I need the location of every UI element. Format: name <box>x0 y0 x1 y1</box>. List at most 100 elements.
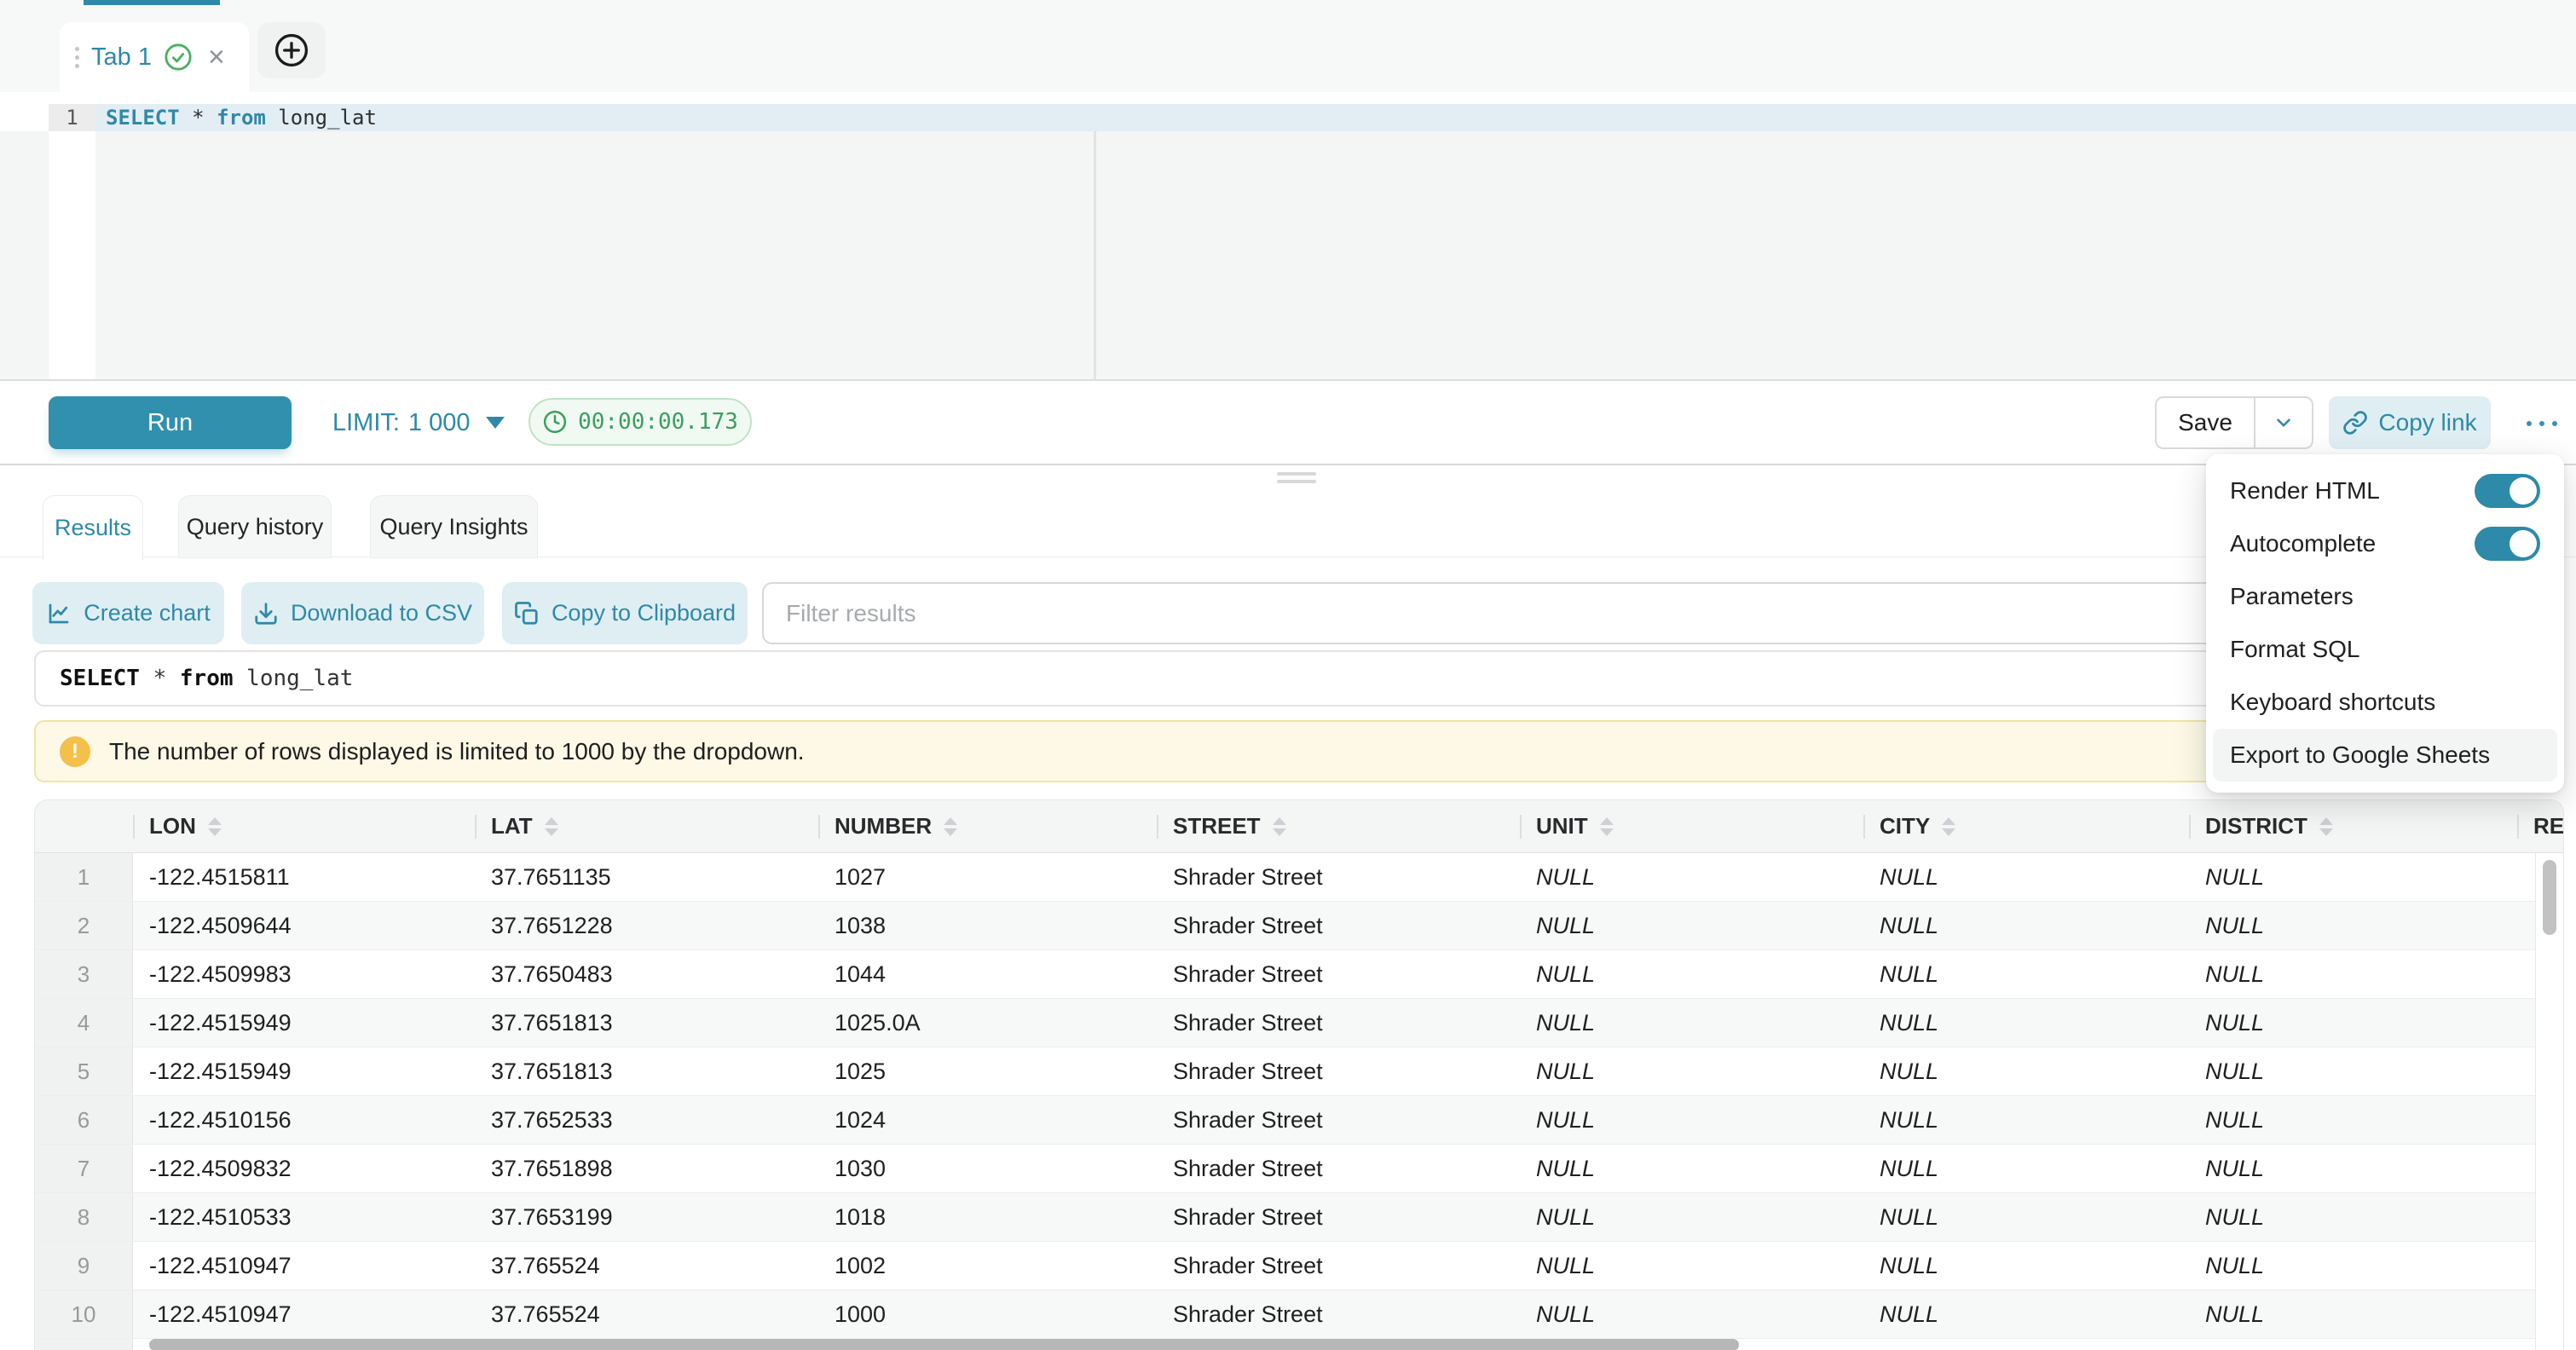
sort-icon[interactable] <box>2319 817 2333 836</box>
row-number: 6 <box>35 1096 133 1144</box>
menu-item-parameters[interactable]: Parameters <box>2213 570 2557 623</box>
table-cell: NULL <box>2189 1290 2517 1338</box>
save-button[interactable]: Save <box>2157 398 2255 447</box>
table-cell: -122.4509644 <box>133 902 475 949</box>
chart-icon <box>46 601 72 626</box>
menu-item-export-to-google-sheets[interactable]: Export to Google Sheets <box>2213 729 2557 782</box>
query-tab-1[interactable]: Tab 1 × <box>60 22 249 92</box>
column-header-re[interactable]: RE <box>2517 800 2563 852</box>
sort-icon[interactable] <box>944 817 957 836</box>
table-cell: NULL <box>1520 1193 1863 1241</box>
menu-item-keyboard-shortcuts[interactable]: Keyboard shortcuts <box>2213 676 2557 729</box>
table-cell: Shrader Street <box>1157 1242 1520 1289</box>
copy-clipboard-button[interactable]: Copy to Clipboard <box>502 582 748 644</box>
query-tab-label: Tab 1 <box>91 43 152 72</box>
more-options-button[interactable] <box>2516 415 2567 432</box>
tab-results[interactable]: Results <box>43 495 143 560</box>
vertical-scrollbar[interactable] <box>2535 853 2563 1350</box>
table-cell: Shrader Street <box>1157 1145 1520 1192</box>
table-cell: 37.765524 <box>475 1290 818 1338</box>
save-options-button[interactable] <box>2255 398 2312 447</box>
table-cell: 1030 <box>818 1145 1157 1192</box>
table-cell: 1018 <box>818 1193 1157 1241</box>
table-cell: NULL <box>1520 1242 1863 1289</box>
timer-value: 00:00:00.173 <box>578 409 738 435</box>
table-cell: 1024 <box>818 1096 1157 1144</box>
run-button[interactable]: Run <box>49 396 292 449</box>
panel-resize-handle[interactable] <box>1277 472 1316 486</box>
column-header-street[interactable]: STREET <box>1157 800 1520 852</box>
column-header-label: STREET <box>1173 813 1261 839</box>
table-cell: NULL <box>1520 1290 1863 1338</box>
table-row: 7-122.450983237.76518981030Shrader Stree… <box>35 1145 2535 1193</box>
column-header-label: LAT <box>491 813 533 839</box>
warning-icon: ! <box>60 736 90 767</box>
menu-item-autocomplete[interactable]: Autocomplete <box>2213 517 2557 570</box>
limit-dropdown[interactable]: LIMIT: 1 000 <box>332 396 505 449</box>
sort-icon[interactable] <box>208 817 222 836</box>
tab-query-history[interactable]: Query history <box>178 495 332 558</box>
column-header-lat[interactable]: LAT <box>475 800 818 852</box>
download-icon <box>253 601 279 626</box>
copy-link-button[interactable]: Copy link <box>2329 396 2491 449</box>
save-split-button: Save <box>2155 396 2313 449</box>
row-number: 10 <box>35 1290 133 1338</box>
menu-item-label: Export to Google Sheets <box>2230 741 2490 769</box>
menu-item-label: Keyboard shortcuts <box>2230 689 2435 716</box>
header-gutter <box>35 800 133 852</box>
link-icon <box>2342 410 2368 436</box>
query-timer-badge: 00:00:00.173 <box>528 398 752 446</box>
toggle-autocomplete[interactable] <box>2475 527 2540 561</box>
table-cell: Shrader Street <box>1157 1290 1520 1338</box>
sql-editor[interactable]: 1 SELECT * from long_lat <box>0 92 2576 381</box>
table-cell: NULL <box>1520 1145 1863 1192</box>
row-number: 5 <box>35 1047 133 1095</box>
menu-item-label: Autocomplete <box>2230 530 2376 557</box>
download-csv-button[interactable]: Download to CSV <box>241 582 484 644</box>
close-tab-icon[interactable]: × <box>208 43 225 72</box>
toggle-render-html[interactable] <box>2475 474 2540 508</box>
table-cell: -122.4510156 <box>133 1096 475 1144</box>
create-chart-label: Create chart <box>84 600 211 626</box>
sort-icon[interactable] <box>545 817 558 836</box>
plus-circle-icon <box>273 32 310 69</box>
table-row: 3-122.450998337.76504831044Shrader Stree… <box>35 950 2535 999</box>
table-cell: NULL <box>1863 999 2189 1047</box>
banner-text: The number of rows displayed is limited … <box>109 738 805 765</box>
menu-item-render-html[interactable]: Render HTML <box>2213 464 2557 517</box>
sql-keyword: from <box>217 106 266 130</box>
table-cell: NULL <box>1863 1193 2189 1241</box>
table-cell: 1038 <box>818 902 1157 949</box>
column-header-district[interactable]: DISTRICT <box>2189 800 2517 852</box>
table-cell: 1044 <box>818 950 1157 998</box>
sort-icon[interactable] <box>1273 817 1286 836</box>
limit-label: LIMIT: <box>332 409 400 437</box>
sort-icon[interactable] <box>1942 817 1955 836</box>
table-body: 1-122.451581137.76511351027Shrader Stree… <box>35 853 2535 1350</box>
editor-code-line[interactable]: SELECT * from long_lat <box>106 104 377 131</box>
column-header-number[interactable]: NUMBER <box>818 800 1157 852</box>
horizontal-scrollbar-thumb[interactable] <box>149 1339 1739 1350</box>
column-header-unit[interactable]: UNIT <box>1520 800 1863 852</box>
tab-query-insights[interactable]: Query Insights <box>370 495 538 558</box>
add-tab-button[interactable] <box>257 22 326 78</box>
table-cell: -122.4510947 <box>133 1290 475 1338</box>
sort-icon[interactable] <box>1600 817 1614 836</box>
vertical-scrollbar-thumb[interactable] <box>2543 860 2556 935</box>
table-cell: Shrader Street <box>1157 1193 1520 1241</box>
table-cell: 1002 <box>818 1242 1157 1289</box>
table-cell: Shrader Street <box>1157 902 1520 949</box>
table-cell: -122.4509983 <box>133 950 475 998</box>
table-cell: 37.7651813 <box>475 1047 818 1095</box>
table-cell: -122.4515949 <box>133 1047 475 1095</box>
table-cell: -122.4510947 <box>133 1242 475 1289</box>
editor-line-number: 1 <box>49 104 95 131</box>
menu-item-format-sql[interactable]: Format SQL <box>2213 623 2557 676</box>
column-header-lon[interactable]: LON <box>133 800 475 852</box>
column-header-city[interactable]: CITY <box>1863 800 2189 852</box>
table-row: 10-122.451094737.7655241000Shrader Stree… <box>35 1290 2535 1339</box>
table-cell: 37.7653199 <box>475 1193 818 1241</box>
create-chart-button[interactable]: Create chart <box>32 582 224 644</box>
table-cell: NULL <box>2189 902 2517 949</box>
row-number: 8 <box>35 1193 133 1241</box>
